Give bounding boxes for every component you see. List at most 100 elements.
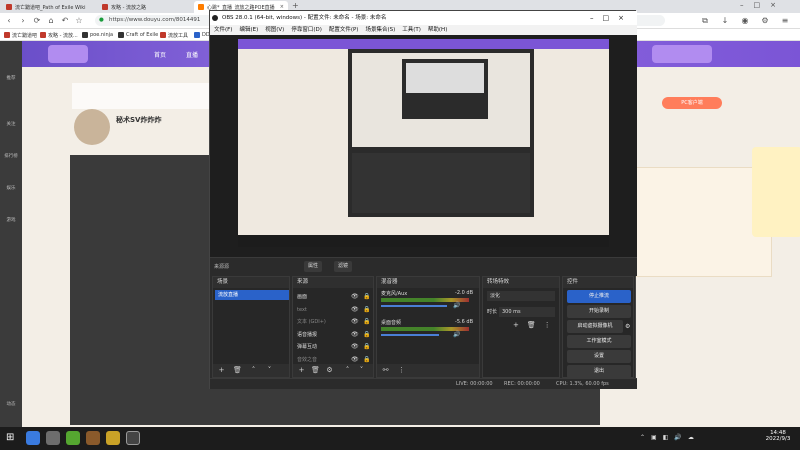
trash-icon[interactable]: 🗑 <box>311 366 320 375</box>
add-icon[interactable]: + <box>297 366 306 375</box>
menu-docks[interactable]: 停靠窗口(D) <box>291 25 322 35</box>
chevron-up-icon[interactable]: ˄ <box>249 366 258 375</box>
bookmark-item[interactable]: poe.ninja <box>82 30 113 40</box>
transition-buttons[interactable]: +🗑⋮ <box>513 321 559 329</box>
bookmark-label: 攻略 - 流放... <box>48 32 78 39</box>
app-icon[interactable] <box>66 431 80 445</box>
volume-slider[interactable] <box>381 334 439 336</box>
bookmark-item[interactable]: DD <box>194 30 210 40</box>
source-item[interactable]: text <box>297 304 326 317</box>
bookmark-label: Craft of Exile <box>126 32 159 38</box>
menu-file[interactable]: 文件(F) <box>214 25 232 35</box>
menu-view[interactable]: 视图(V) <box>265 25 284 35</box>
chevron-up-icon[interactable]: ˄ <box>343 366 352 375</box>
app-icon[interactable] <box>106 431 120 445</box>
system-tray-icons[interactable]: ⌃▣◧🔊☁ <box>640 434 700 441</box>
obs-window-controls[interactable]: –□× <box>590 11 633 25</box>
link-icon[interactable]: ⚯ <box>381 366 390 375</box>
gear-icon[interactable]: ⚙ <box>325 366 334 375</box>
back-icon[interactable]: ‹ <box>4 16 14 26</box>
scene-item[interactable]: 流放直播 <box>215 290 289 300</box>
menu-help[interactable]: 帮助(H) <box>428 25 447 35</box>
nested-obs-window <box>348 49 534 217</box>
bookmark-item[interactable]: 流亡黯道吧 <box>4 30 37 40</box>
download-icon[interactable]: ↓ <box>720 16 730 26</box>
speaker-icon[interactable]: 🔊 <box>453 302 460 309</box>
mixer-dock-footer: ⚯ ⋮ <box>377 364 479 377</box>
bookmark-item[interactable]: 流放工具 <box>160 30 188 40</box>
star-icon[interactable]: ☆ <box>74 16 84 26</box>
obs-title: OBS 28.0.1 (64-bit, windows) - 配置文件: 未命名… <box>222 15 387 21</box>
menu-tools[interactable]: 工具(T) <box>402 25 421 35</box>
chrome-icon[interactable] <box>26 431 40 445</box>
source-item[interactable]: 画面 <box>297 291 326 304</box>
more-icon[interactable]: ⋮ <box>397 366 406 375</box>
speaker-icon[interactable]: 🔊 <box>453 331 460 338</box>
obs-preview-canvas[interactable] <box>210 35 637 257</box>
bookmark-label: 流亡黯道吧 <box>12 32 38 39</box>
gear-icon[interactable]: ⚙ <box>625 323 630 330</box>
nav-home-link[interactable]: 首页 <box>154 50 166 59</box>
new-tab-icon[interactable]: + <box>292 1 299 10</box>
source-visibility-icons[interactable]: 👁 👁 👁 👁 👁 👁 <box>351 291 359 366</box>
cpu-status: CPU: 1.3%, 60.00 fps <box>556 381 609 387</box>
tab-guide[interactable]: 攻略 - 流放之路 <box>98 1 192 13</box>
source-item[interactable]: 弹幕互动 <box>297 341 326 354</box>
clock[interactable]: 14:48 2022/9/3 <box>760 430 796 442</box>
promo-banner[interactable] <box>752 147 800 237</box>
obs-taskbar-icon[interactable] <box>126 431 140 445</box>
chevron-down-icon[interactable]: ˅ <box>265 366 274 375</box>
left-nav-item[interactable]: 动态 <box>0 401 22 407</box>
extensions-icon[interactable]: ⧉ <box>700 16 710 26</box>
lock-icon: ● <box>99 17 104 23</box>
profile-icon[interactable]: ◉ <box>740 16 750 26</box>
left-nav-item[interactable]: 娱乐 <box>0 185 22 191</box>
windows-start-icon[interactable]: ⊞ <box>6 432 14 443</box>
source-list: 画面 text 文本 (GDI+) 语音播报 弹幕互动 音效之音 <box>297 291 326 366</box>
filters-button[interactable]: 滤镜 <box>334 261 353 272</box>
duration-input[interactable]: 300 ms <box>499 307 555 317</box>
chevron-down-icon[interactable]: ˅ <box>357 366 366 375</box>
bookmark-item[interactable]: Craft of Exile <box>118 30 158 40</box>
studio-mode-button[interactable]: 工作室模式 <box>567 335 631 348</box>
left-nav-item[interactable]: 游戏 <box>0 217 22 223</box>
left-nav-item[interactable]: 排行榜 <box>0 153 22 159</box>
source-item[interactable]: 语音播报 <box>297 329 326 342</box>
tab-poe-wiki[interactable]: 流亡黯道吧_Path of Exile Wiki <box>2 1 96 13</box>
settings-button[interactable]: 设置 <box>567 350 631 363</box>
reload-icon[interactable]: ⟳ <box>32 16 42 26</box>
trash-icon[interactable]: 🗑 <box>233 366 242 375</box>
menu-icon[interactable]: ≡ <box>780 16 790 26</box>
forward-icon[interactable]: › <box>18 16 28 26</box>
nav-live-link[interactable]: 直播 <box>186 50 198 59</box>
pc-client-button[interactable]: PC客户端 <box>662 97 722 109</box>
duration-label: 时长 <box>487 309 498 315</box>
settings-icon[interactable]: ⚙ <box>760 16 770 26</box>
undo-icon[interactable]: ↶ <box>60 16 70 26</box>
menu-scene-collection[interactable]: 场景集合(S) <box>365 25 395 35</box>
bookmark-item[interactable]: 攻略 - 流放... <box>40 30 78 40</box>
window-controls[interactable]: –□× <box>740 1 786 9</box>
stop-streaming-button[interactable]: 停止推流 <box>567 290 631 303</box>
app-icon[interactable] <box>46 431 60 445</box>
virtual-camera-button[interactable]: 启动虚拟摄像机 <box>567 320 623 333</box>
source-lock-icons[interactable]: 🔒 🔒 🔒 🔒 🔒 🔒 <box>363 291 370 366</box>
menu-edit[interactable]: 编辑(E) <box>239 25 258 35</box>
nested-preview-2 <box>406 63 484 93</box>
transition-select[interactable]: 淡化 <box>487 291 555 301</box>
menu-profile[interactable]: 配置文件(P) <box>329 25 359 35</box>
tab-favicon <box>6 4 12 10</box>
clock-date: 2022/9/3 <box>765 436 791 442</box>
volume-slider[interactable] <box>381 305 447 307</box>
game-icon[interactable] <box>86 431 100 445</box>
add-icon[interactable]: + <box>217 366 226 375</box>
source-item[interactable]: 文本 (GDI+) <box>297 316 326 329</box>
properties-button[interactable]: 属性 <box>304 261 323 272</box>
left-nav-item[interactable]: 关注 <box>0 121 22 127</box>
left-nav-item[interactable]: 推荐 <box>0 75 22 81</box>
kpl-logo <box>652 45 712 63</box>
home-icon[interactable]: ⌂ <box>46 16 56 26</box>
exit-button[interactable]: 退出 <box>567 365 631 378</box>
windows-taskbar: ⊞ ⌃▣◧🔊☁ 14:48 2022/9/3 <box>0 427 800 450</box>
start-recording-button[interactable]: 开始录制 <box>567 305 631 318</box>
